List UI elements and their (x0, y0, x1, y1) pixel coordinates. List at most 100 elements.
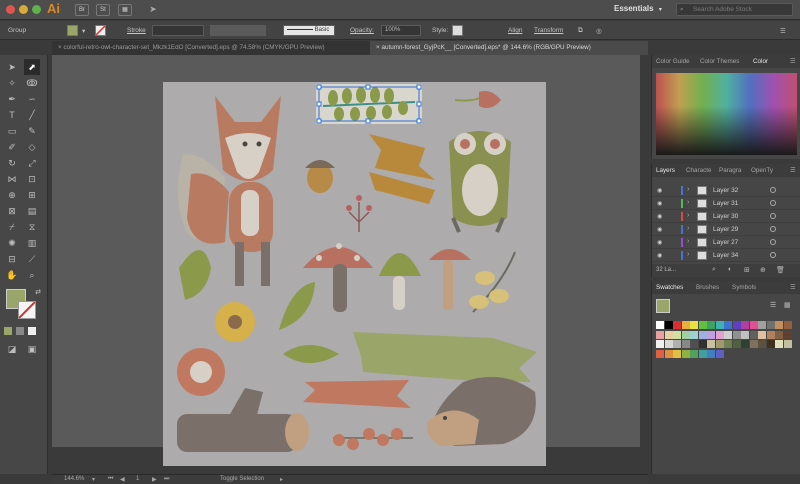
rectangle-tool-icon[interactable]: ▭ (6, 125, 18, 137)
eraser-tool-icon[interactable]: ◇ (26, 141, 38, 153)
color-swatch[interactable] (664, 321, 673, 329)
layer-name[interactable]: Layer 30 (713, 213, 738, 220)
color-swatch[interactable] (673, 330, 681, 339)
first-artboard-icon[interactable]: ⏮ (108, 476, 113, 483)
color-swatch[interactable] (758, 330, 766, 339)
screen-mode-icon[interactable]: ▣ (26, 343, 38, 355)
tab-paragraph[interactable]: Paragra (719, 167, 741, 174)
color-swatch[interactable] (673, 321, 681, 329)
chevron-right-icon[interactable]: ▸ (280, 476, 283, 483)
rotate-tool-icon[interactable]: ↻ (6, 157, 18, 169)
brush-definition[interactable]: Basic (283, 25, 335, 36)
last-artboard-icon[interactable]: ⏭ (164, 476, 169, 483)
shape-builder-tool-icon[interactable]: ⊕ (6, 189, 18, 201)
visibility-eye-icon[interactable]: ◉ (657, 213, 662, 220)
stroke-swatch[interactable] (18, 301, 36, 319)
curvature-tool-icon[interactable]: ∽ (26, 93, 38, 105)
berry-branch-illustration[interactable] (469, 251, 516, 313)
zoom-level[interactable]: 144.6% (64, 476, 84, 482)
color-swatch[interactable] (664, 340, 673, 348)
color-swatch[interactable] (758, 321, 766, 329)
target-circle-icon[interactable] (770, 252, 776, 258)
green-ribbon-illustration[interactable] (353, 332, 537, 382)
stock-button[interactable]: St (96, 4, 110, 16)
mushroom-red-illustration[interactable] (303, 243, 373, 312)
paintbrush-tool-icon[interactable]: ✎ (26, 125, 38, 137)
acorn-illustration[interactable] (305, 160, 335, 193)
chevron-down-icon[interactable]: ▾ (92, 476, 95, 483)
layer-row[interactable]: ◉ › Layer 29 (652, 223, 800, 236)
search-input[interactable]: ⌕ Search Adobe Stock (676, 3, 793, 16)
width-tool-icon[interactable]: ⋈ (6, 173, 18, 185)
color-swatch[interactable] (656, 321, 664, 329)
mushroom-green-illustration[interactable] (379, 253, 421, 310)
sprig-illustration[interactable] (346, 195, 372, 232)
opacity-field[interactable]: 100% (381, 25, 421, 36)
green-leaf-illustration[interactable] (279, 282, 315, 330)
color-swatch[interactable] (707, 321, 715, 329)
visibility-eye-icon[interactable]: ◉ (657, 187, 662, 194)
color-swatch[interactable] (724, 330, 732, 339)
color-swatch[interactable] (698, 349, 707, 358)
magic-wand-tool-icon[interactable]: ✧ (6, 77, 18, 89)
color-swatch[interactable] (741, 340, 749, 348)
slice-tool-icon[interactable]: ⟋ (26, 253, 38, 265)
tab-close-icon[interactable]: × (376, 44, 380, 51)
color-swatch[interactable] (741, 321, 749, 329)
color-swatch[interactable] (783, 330, 792, 339)
panel-menu-icon[interactable]: ☰ (790, 58, 796, 65)
visibility-eye-icon[interactable]: ◉ (657, 239, 662, 246)
blend-tool-icon[interactable]: ⧖ (26, 221, 38, 233)
visibility-eye-icon[interactable]: ◉ (657, 226, 662, 233)
scale-tool-icon[interactable]: ⤢ (26, 157, 38, 169)
color-swatch[interactable] (656, 330, 664, 339)
graph-tool-icon[interactable]: ▥ (26, 237, 38, 249)
tab-opentype[interactable]: OpenTy (751, 167, 773, 174)
new-layer-icon[interactable]: ⊕ (760, 266, 766, 274)
bridge-button[interactable]: Br (75, 4, 89, 16)
color-swatch[interactable] (749, 340, 758, 348)
shaper-tool-icon[interactable]: ✐ (6, 141, 18, 153)
chevron-right-icon[interactable]: › (687, 212, 689, 219)
chevron-right-icon[interactable]: › (687, 186, 689, 193)
chevron-right-icon[interactable]: › (687, 238, 689, 245)
layout-grid-icon[interactable]: ▦ (118, 4, 132, 16)
color-swatch[interactable] (698, 321, 707, 329)
color-swatch[interactable] (681, 340, 690, 348)
mesh-tool-icon[interactable]: ⊠ (6, 205, 18, 217)
new-sublayer-icon[interactable]: ⊞ (744, 266, 750, 274)
hand-tool-icon[interactable]: ✋ (6, 269, 18, 281)
color-swatch[interactable] (715, 340, 724, 348)
chevron-right-icon[interactable]: › (687, 225, 689, 232)
list-view-icon[interactable]: ☰ (770, 301, 776, 309)
next-artboard-icon[interactable]: ▶ (152, 476, 157, 483)
color-swatch[interactable] (707, 330, 715, 339)
layer-name[interactable]: Layer 34 (713, 252, 738, 259)
layer-row[interactable]: ◉ › Layer 32 (652, 184, 800, 197)
tab-color-themes[interactable]: Color Themes (700, 58, 739, 65)
yellow-flower-illustration[interactable] (215, 302, 255, 342)
tab-brushes[interactable]: Brushes (696, 284, 719, 291)
bud-flower-illustration[interactable] (454, 91, 501, 108)
color-swatch[interactable] (656, 340, 664, 348)
panel-menu-icon[interactable]: ☰ (780, 27, 786, 35)
opacity-label[interactable]: Opacity: (350, 27, 374, 34)
symbol-sprayer-tool-icon[interactable]: ✺ (6, 237, 18, 249)
red-berries-illustration[interactable] (333, 428, 413, 450)
none-mode-icon[interactable] (28, 327, 36, 335)
owl-illustration[interactable] (449, 131, 511, 233)
tab-autumn-forest-document[interactable]: × autumn-forest_GyjPcK__ [Converted].eps… (370, 41, 648, 55)
artboard-tool-icon[interactable]: ⊟ (6, 253, 18, 265)
color-swatch[interactable] (673, 349, 681, 358)
brown-ribbon-illustration[interactable] (369, 134, 435, 204)
color-swatch[interactable] (775, 321, 783, 329)
orange-flower-illustration[interactable] (177, 348, 225, 396)
color-swatch[interactable] (732, 321, 741, 329)
layer-name[interactable]: Layer 32 (713, 187, 738, 194)
color-swatch[interactable] (707, 349, 715, 358)
fill-dropdown-icon[interactable]: ▾ (82, 27, 85, 35)
selected-branch-illustration[interactable] (316, 84, 422, 124)
panel-menu-icon[interactable]: ☰ (790, 284, 796, 291)
hedgehog-illustration[interactable] (426, 376, 536, 446)
color-swatch[interactable] (715, 349, 724, 358)
